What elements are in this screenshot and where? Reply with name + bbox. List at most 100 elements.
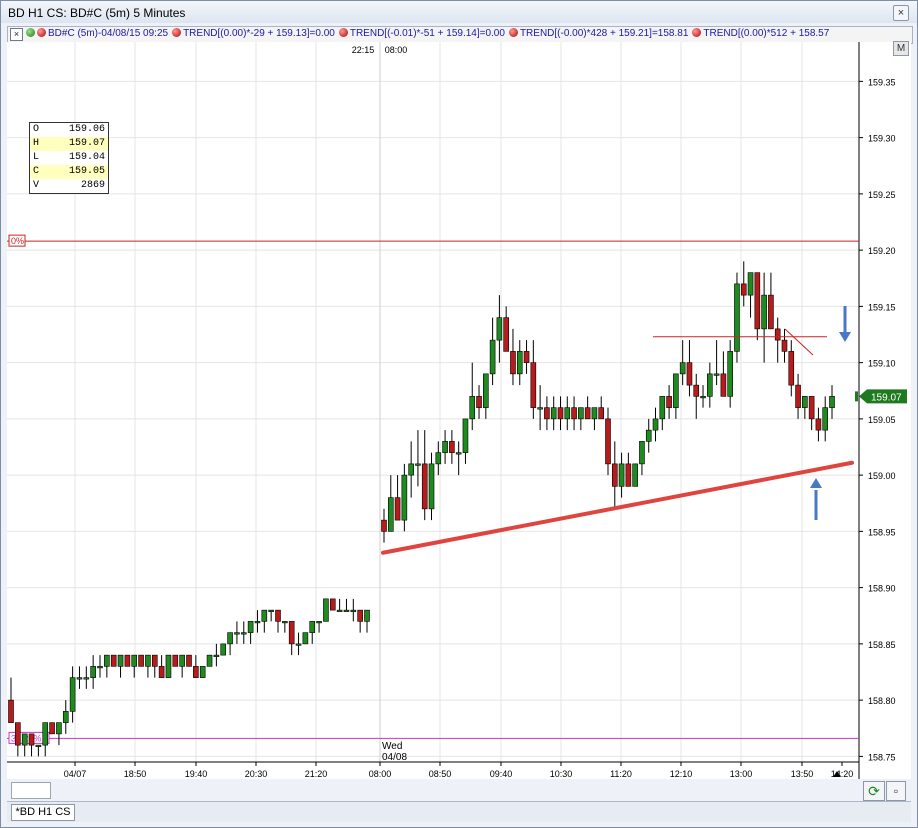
y-tick-label: 158.75 <box>868 752 896 762</box>
x-tick-label: 18:50 <box>124 769 147 779</box>
title-bar[interactable]: BD H1 CS: BD#C (5m) 5 Minutes × <box>1 1 917 23</box>
candle-body <box>537 407 543 410</box>
ohlc-value: 159.04 <box>68 152 105 163</box>
candle-body <box>632 463 638 487</box>
candle-body <box>496 317 503 341</box>
candle-body <box>544 407 550 420</box>
candle-body <box>288 621 295 645</box>
candle-body <box>145 654 151 667</box>
candle-body <box>408 463 414 476</box>
red-dot-icon <box>338 28 348 37</box>
study-item-label: TREND[(-0.01)*-51 + 159.14]=0.00 <box>349 28 505 39</box>
study-list: BD#C (5m)-04/08/15 09:25 TREND[(0.00)*-29… <box>26 28 833 39</box>
study-item[interactable]: TREND[(0.00)*-29 + 159.13]=0.00 <box>172 28 335 39</box>
candle-body <box>462 418 469 453</box>
candle-body <box>469 396 476 420</box>
candle-body <box>186 654 192 667</box>
candle-body <box>336 609 343 612</box>
candle-body <box>734 283 740 352</box>
candle-body <box>747 272 754 296</box>
study-item[interactable]: TREND[(-0.01)*-51 + 159.14]=0.00 <box>338 28 505 39</box>
ohlc-value: 2869 <box>80 180 105 191</box>
candle-body <box>56 722 62 735</box>
top-time-label: 22:15 <box>352 45 375 55</box>
candle-body <box>323 598 329 622</box>
ohlc-row: C 159.05 <box>30 165 108 179</box>
x-tick-label: 20:30 <box>245 769 268 779</box>
candle-body <box>761 294 767 330</box>
candle-body <box>530 362 537 408</box>
candle-body <box>282 621 288 624</box>
candle-body <box>645 429 652 442</box>
candle-body <box>693 384 700 397</box>
candle-body <box>199 666 206 678</box>
candle-body <box>138 654 144 667</box>
x-tick-label: 13:00 <box>730 769 753 779</box>
session-label: 04/08 <box>382 752 407 763</box>
candle-body <box>442 441 448 453</box>
close-window-button[interactable]: × <box>893 5 909 21</box>
m-button[interactable]: M <box>893 41 909 56</box>
candle-body <box>268 609 274 612</box>
candle-body <box>316 621 322 624</box>
candle-body <box>639 441 645 465</box>
candle-body <box>213 654 220 657</box>
candle-body <box>679 362 686 375</box>
chart-area[interactable]: 159.35 159.30 159.25 159.20 159.15 159.10 159.… <box>7 42 911 779</box>
candle-body <box>564 407 571 420</box>
candle-body <box>489 339 496 375</box>
x-tick-label: 19:40 <box>185 769 208 779</box>
y-tick-label: 159.00 <box>868 471 896 481</box>
candle-body <box>97 666 103 669</box>
session-label: Wed <box>382 741 402 752</box>
restore-icon[interactable]: ▫ <box>886 781 906 801</box>
y-tick-label: 159.30 <box>868 134 896 144</box>
y-tick-label: 158.90 <box>868 584 896 594</box>
y-tick-label: 158.85 <box>868 640 896 650</box>
study-item-label: TREND[(0.00)*512 + 158.57 <box>703 28 830 39</box>
chart-window: BD H1 CS: BD#C (5m) 5 Minutes × × BD#C (… <box>0 0 918 828</box>
candle-body <box>62 711 69 723</box>
candle-body <box>808 396 815 420</box>
study-item[interactable]: TREND[(0.00)*512 + 158.57 <box>692 28 829 39</box>
window-title: BD H1 CS: BD#C (5m) 5 Minutes <box>8 6 186 20</box>
top-time-label: 08:00 <box>385 45 408 55</box>
tab-strip: *BD H1 CS <box>7 801 911 822</box>
study-item[interactable]: TREND[(-0.00)*428 + 159.21]=158.81 <box>508 28 689 39</box>
candle-body <box>49 722 55 735</box>
x-tick-label: 09:40 <box>490 769 513 779</box>
candle-body <box>295 643 302 646</box>
candle-body <box>254 621 261 624</box>
x-tick-label: 12:10 <box>670 769 693 779</box>
candle-body <box>35 744 42 747</box>
refresh-icon[interactable]: ⟳ <box>863 781 885 801</box>
candle-body <box>700 396 706 399</box>
red-dot-icon <box>37 28 46 37</box>
candle-body <box>421 463 428 510</box>
candle-body <box>234 632 240 635</box>
candle-body <box>584 407 591 420</box>
y-tick-label: 158.95 <box>868 527 896 537</box>
candle-body <box>124 654 131 667</box>
x-tick-label: 21:20 <box>305 769 328 779</box>
x-tick-label: 08:50 <box>429 769 452 779</box>
study-item-label: TREND[(-0.00)*428 + 159.21]=158.81 <box>519 28 689 39</box>
candle-body <box>666 396 672 408</box>
ohlc-label: L <box>33 152 40 163</box>
candle-body <box>415 463 421 466</box>
ohlc-row: O 159.06 <box>30 123 108 137</box>
candle-body <box>740 283 747 296</box>
price-chart[interactable]: 159.35 159.30 159.25 159.20 159.15 159.10 159.… <box>7 42 911 779</box>
x-tick-label: 08:00 <box>369 769 392 779</box>
red-dot-icon <box>508 28 518 37</box>
candle-body <box>8 699 14 723</box>
close-study-bar-button[interactable]: × <box>10 28 23 41</box>
candle-body <box>523 351 530 363</box>
candle-body <box>727 351 733 397</box>
green-dot-icon <box>26 28 35 37</box>
candle-body <box>768 294 774 330</box>
study-item[interactable]: BD#C (5m)-04/08/15 09:25 <box>26 28 168 39</box>
tab-bd-h1-cs[interactable]: *BD H1 CS <box>11 804 75 821</box>
candle-body <box>557 407 564 420</box>
horizontal-scrollbar[interactable] <box>11 782 51 799</box>
